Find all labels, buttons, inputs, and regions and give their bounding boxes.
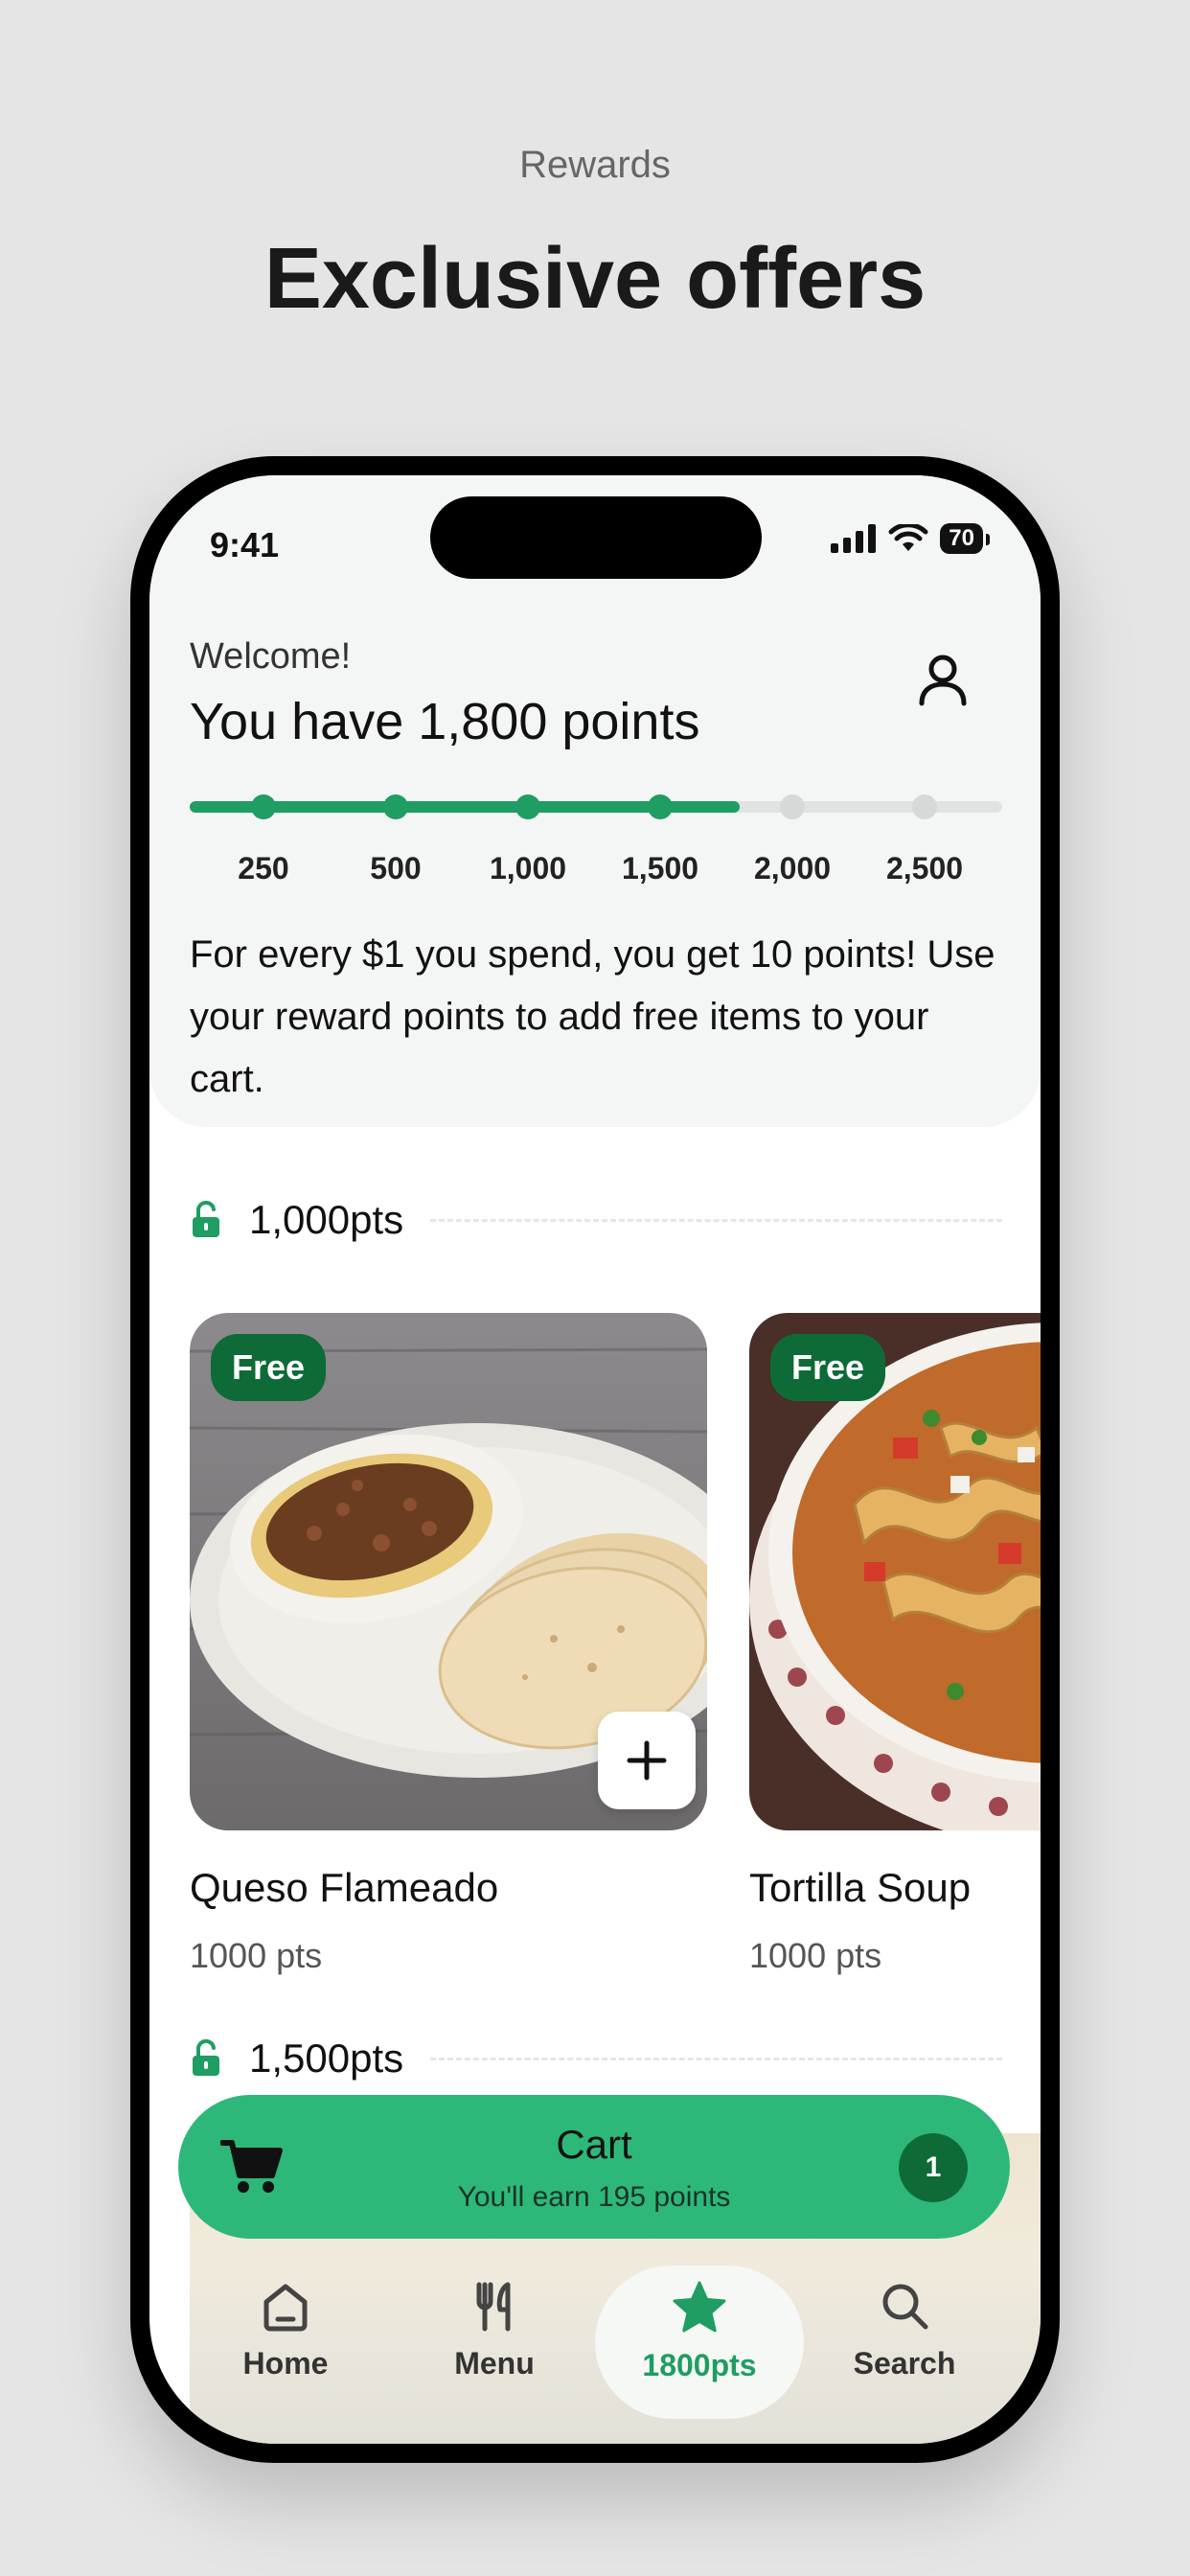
milestone-label: 2,000 [753,851,832,886]
star-icon [673,2281,726,2333]
tab-label: Menu [454,2346,535,2380]
points-progress-bar [190,794,1002,819]
tab-menu[interactable]: Menu [399,2277,590,2381]
milestone-dot [780,794,805,819]
milestone-dot [251,794,276,819]
tab-label: Search [853,2346,956,2380]
tab-rewards[interactable]: 1800pts [595,2266,804,2419]
app-screen: 9:41 70 Welcome! You have 1,800 points 2… [149,475,1041,2444]
tier-divider [430,1218,1002,1222]
cellular-signal-icon [831,524,877,553]
status-time: 9:41 [210,525,280,564]
phone-frame: 9:41 70 Welcome! You have 1,800 points 2… [130,456,1060,2463]
tab-search[interactable]: Search [809,2277,1000,2381]
milestone-label: 250 [238,851,289,886]
promo-kicker: Rewards [519,144,671,186]
add-to-cart-button[interactable] [598,1712,696,1809]
milestone-label: 500 [370,851,422,886]
battery-icon: 70 [940,523,990,554]
item-points: 1000 pts [190,1936,323,1975]
tortilla-soup-image: Free [749,1313,1041,1830]
wifi-icon [888,524,928,551]
tab-label: Home [242,2346,329,2380]
milestone-label: 1,000 [489,851,567,886]
item-name: Queso Flameado [190,1865,499,1910]
plus-icon [627,1740,667,1781]
cart-title: Cart [556,2122,632,2167]
tier-header: 1,500pts [190,2035,1002,2082]
tab-bar: Home Menu 1800pts Search [149,2258,1041,2444]
cart-earn-text: You'll earn 195 points [457,2181,731,2213]
points-title: You have 1,800 points [190,693,700,750]
profile-icon[interactable] [912,650,973,711]
unlocked-lock-icon [193,2039,219,2076]
milestone-label: 2,500 [885,851,964,886]
item-name: Tortilla Soup [749,1865,972,1910]
reward-item-card[interactable]: Free Queso Flameado 1000 pts [190,1313,707,1976]
tier-header: 1,000pts [190,1196,1002,1244]
milestone-dot [912,794,937,819]
reward-item-card[interactable]: Free Tortilla Soup 1000 pts [749,1313,1041,1976]
milestone-dot [515,794,540,819]
milestone-dot [383,794,408,819]
tier-divider [430,2057,1002,2060]
dynamic-island [430,496,762,579]
rewards-description: For every $1 you spend, you get 10 point… [190,933,995,1100]
tab-label: 1800pts [642,2348,757,2382]
unlocked-lock-icon [193,1201,219,1237]
tier-label: 1,000pts [249,1197,404,1242]
queso-flameado-image: Free [190,1313,707,1830]
welcome-text: Welcome! [190,636,352,677]
tab-home[interactable]: Home [190,2277,381,2381]
promo-headline: Exclusive offers [263,231,927,327]
home-icon [263,2284,308,2332]
free-badge: Free [211,1334,327,1401]
cart-count-badge: 1 [899,2133,968,2202]
utensils-icon [476,2282,511,2332]
cart-button[interactable]: Cart You'll earn 195 points 1 [178,2095,1010,2239]
item-points: 1000 pts [749,1936,882,1975]
milestone-label: 1,500 [621,851,699,886]
free-badge: Free [770,1334,886,1401]
search-icon [882,2284,928,2330]
tier-label: 1,500pts [249,2036,404,2081]
milestone-dot [648,794,673,819]
status-icons: 70 [831,523,990,554]
